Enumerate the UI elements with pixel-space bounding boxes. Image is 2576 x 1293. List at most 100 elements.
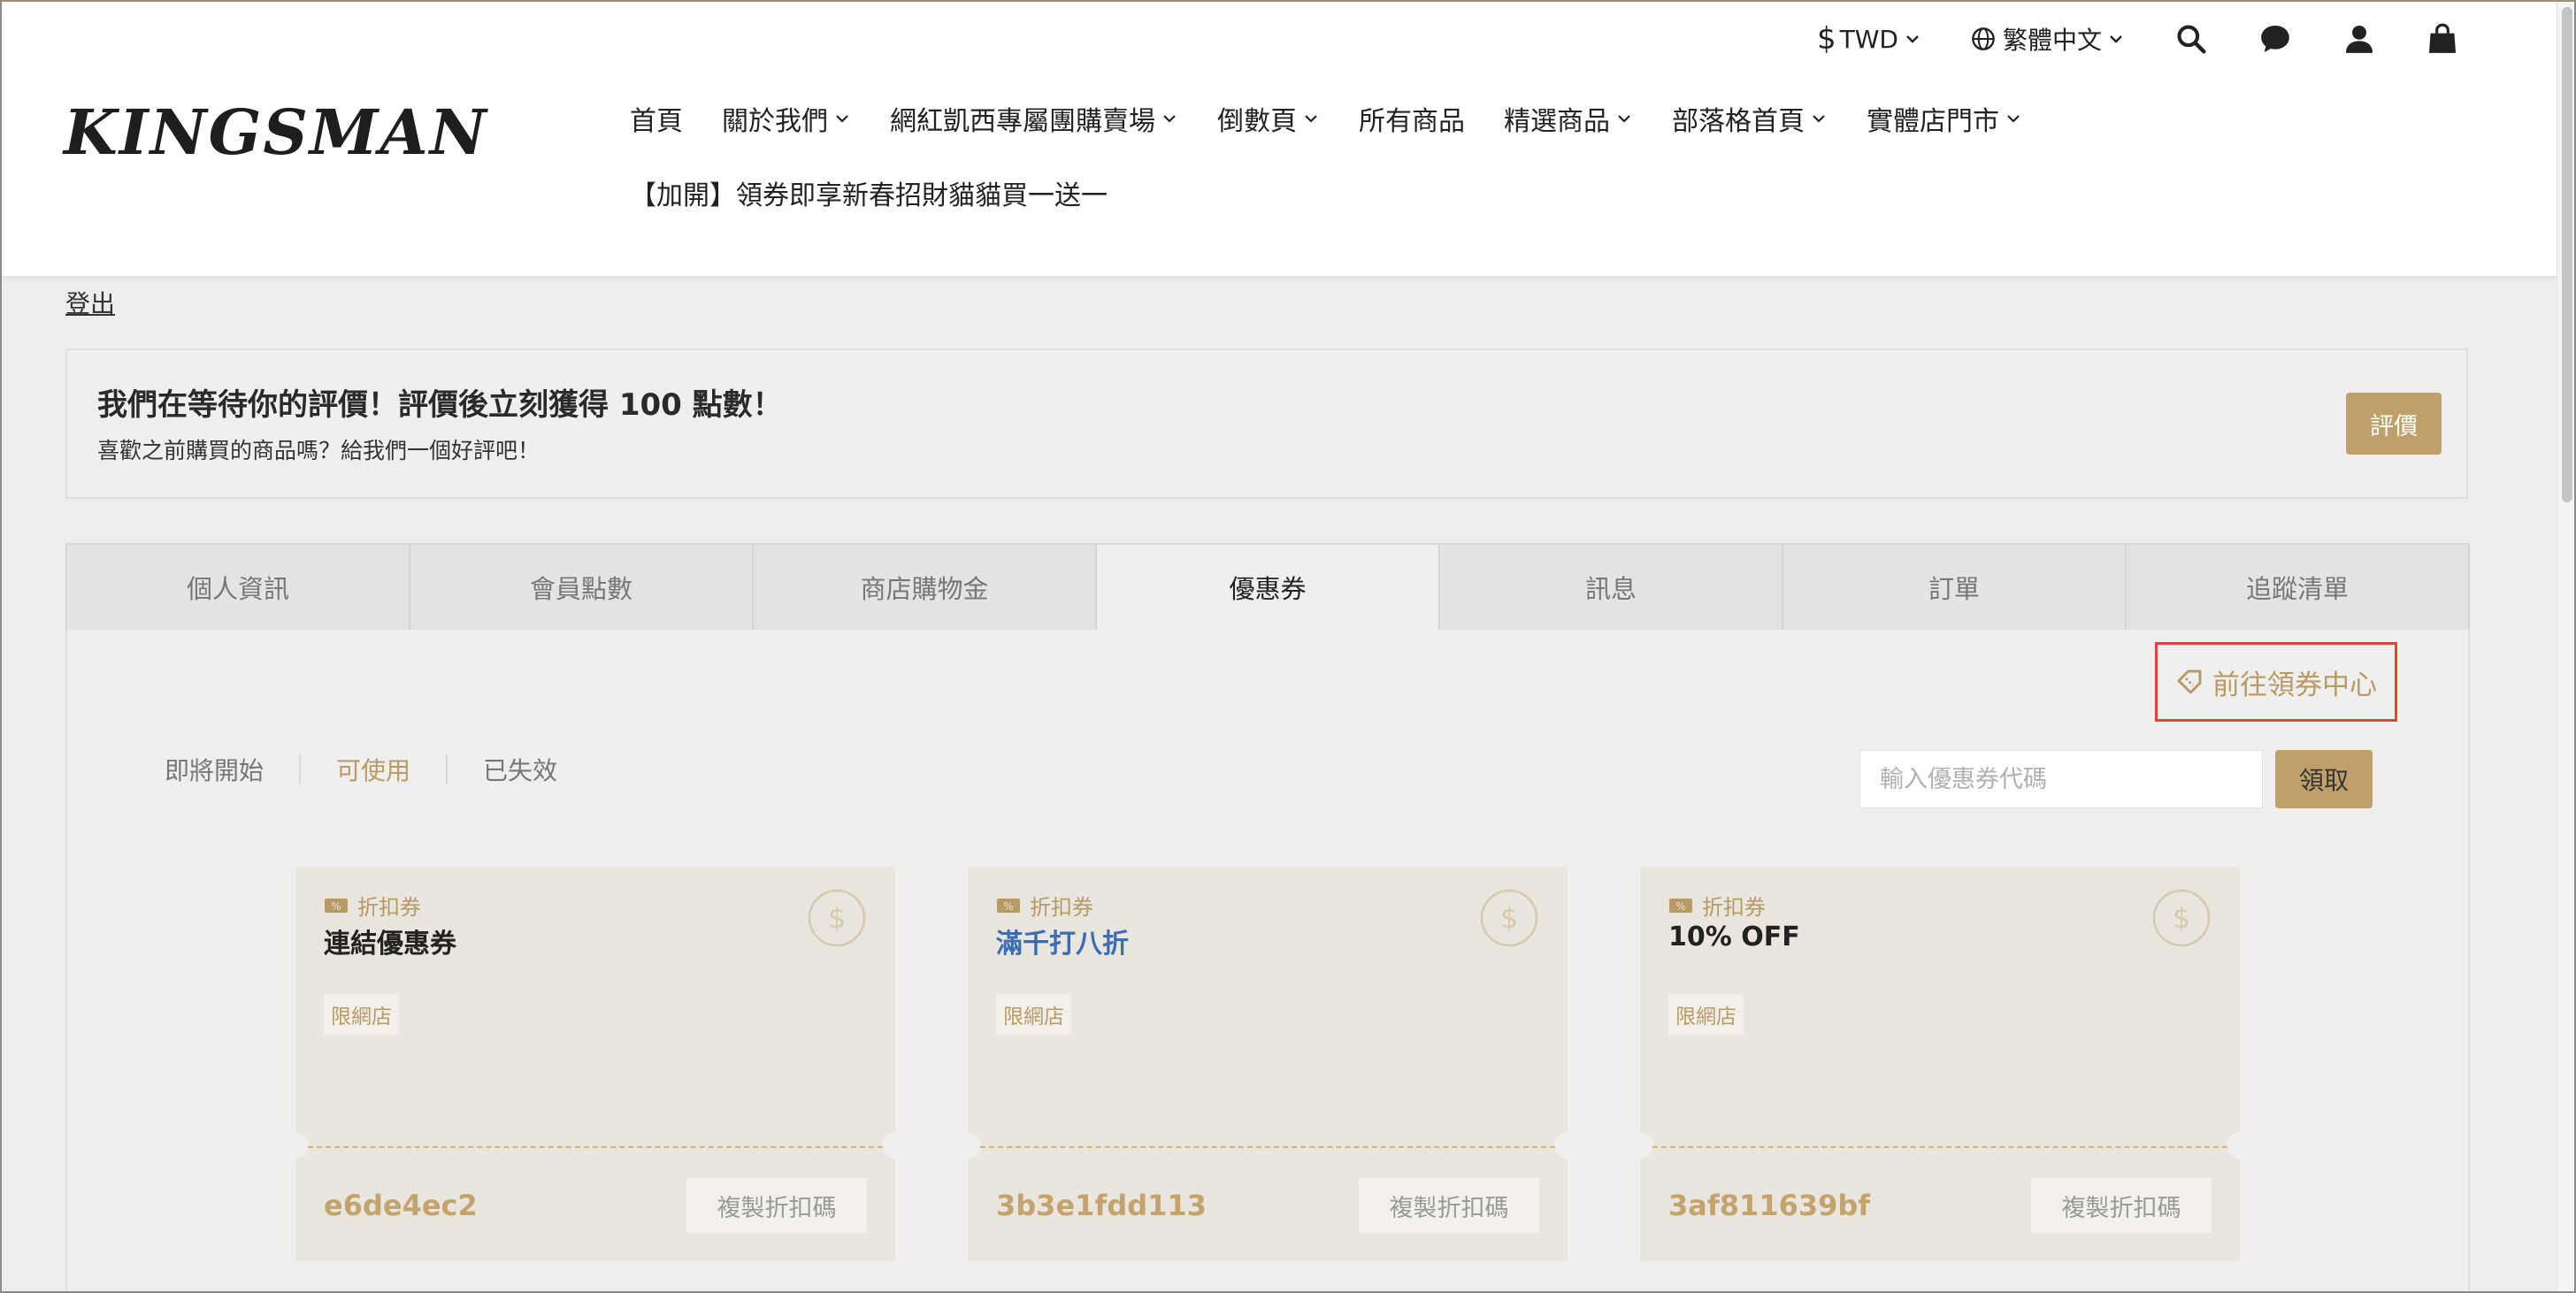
chevron-down-icon: [1813, 115, 1825, 123]
nav-label: 關於我們: [722, 106, 828, 137]
chat-button[interactable]: [2258, 21, 2293, 57]
nav-label: 倒數頁: [1217, 106, 1297, 137]
main-nav: 首頁 關於我們 網紅凱西專屬團購賣場 倒數頁 所有商品 精選商品 部落格首頁 實…: [630, 99, 2061, 138]
chevron-down-icon: [1305, 115, 1317, 123]
coupon-status-filters: 即將開始 可使用 已失效: [165, 752, 557, 787]
currency-selector[interactable]: $ TWD: [1817, 21, 1921, 57]
review-subtitle: 喜歡之前購買的商品嗎？給我們一個好評吧！: [97, 438, 540, 463]
svg-text:%: %: [1675, 900, 1685, 913]
coupon-notch: [1627, 1132, 1653, 1159]
coupon-notch: [282, 1132, 309, 1159]
online-only-badge: 限網店: [996, 994, 1071, 1035]
chevron-down-icon: [2110, 35, 2122, 43]
review-title: 我們在等待你的評價！評價後立刻獲得 100 點數！: [97, 387, 783, 423]
divider: [446, 754, 448, 784]
cart-button[interactable]: [2426, 22, 2459, 56]
coupon-type-label: 折扣券: [357, 895, 421, 920]
nav-item-all-products[interactable]: 所有商品: [1359, 99, 1465, 138]
chevron-down-icon: [1618, 115, 1630, 123]
coupon-center-label: 前往領券中心: [2212, 669, 2377, 701]
nav-item-stores[interactable]: 實體店門市: [1867, 99, 2022, 138]
coupon-name-link[interactable]: 滿千打八折: [996, 922, 1129, 960]
dollar-circle-icon: $: [808, 889, 866, 947]
tab-orders[interactable]: 訂單: [1783, 543, 2127, 631]
nav-item-promo[interactable]: 【加開】領券即享新春招財貓貓買一送一: [630, 173, 1108, 212]
coupon-divider: [308, 1146, 883, 1148]
coupon-notch: [954, 1132, 981, 1159]
nav-item-home[interactable]: 首頁: [630, 99, 683, 138]
tab-coupons[interactable]: 優惠券: [1097, 543, 1440, 631]
tab-points[interactable]: 會員點數: [410, 543, 754, 631]
chat-bubble-icon: [2261, 26, 2289, 52]
language-label: 繁體中文: [2002, 26, 2102, 55]
user-icon: [2345, 25, 2373, 53]
scrollbar-thumb[interactable]: [2562, 7, 2572, 502]
nav-label: 所有商品: [1359, 106, 1465, 137]
online-only-badge: 限網店: [1668, 994, 1744, 1035]
search-icon: [2177, 25, 2206, 54]
coupon-card: % 折扣券 連結優惠券 $ 限網店 e6de4ec2 複製折扣碼: [282, 867, 908, 1261]
brand-logo[interactable]: KINGSMAN: [64, 96, 488, 169]
tab-messages[interactable]: 訊息: [1440, 543, 1783, 631]
coupon-code: e6de4ec2: [324, 1189, 478, 1222]
logout-link[interactable]: 登出: [65, 285, 115, 320]
page-scrollbar[interactable]: [2557, 0, 2576, 1293]
nav-item-countdown[interactable]: 倒數頁: [1217, 99, 1320, 138]
nav-label: 部落格首頁: [1672, 106, 1805, 137]
currency-label: TWD: [1839, 24, 1898, 54]
dollar-circle-icon: $: [1480, 889, 1538, 947]
coupon-type: % 折扣券: [324, 890, 421, 921]
site-header: KINGSMAN $ TWD 繁體中文 首頁 關於我們 網紅凱西專屬團購賣場 倒…: [0, 0, 2557, 276]
coupon-name: 10% OFF: [1668, 922, 1800, 953]
nav-item-about[interactable]: 關於我們: [722, 99, 851, 138]
utility-bar: $ TWD 繁體中文: [1767, 16, 2459, 62]
svg-text:$: $: [828, 901, 846, 935]
chevron-down-icon: [1906, 35, 1919, 43]
svg-text:$: $: [2173, 901, 2190, 935]
filter-expired[interactable]: 已失效: [483, 752, 557, 787]
coupon-code: 3af811639bf: [1668, 1189, 1871, 1222]
coupon-name: 連結優惠券: [324, 929, 456, 960]
svg-text:%: %: [331, 900, 341, 913]
tab-profile[interactable]: 個人資訊: [65, 543, 410, 631]
nav-label: 網紅凱西專屬團購賣場: [890, 106, 1155, 137]
chevron-down-icon: [836, 115, 848, 123]
coupon-notch: [882, 1132, 908, 1159]
nav-item-blog[interactable]: 部落格首頁: [1672, 99, 1828, 138]
online-only-badge: 限網店: [324, 994, 399, 1035]
svg-text:$: $: [1500, 901, 1518, 935]
tab-store-credit[interactable]: 商店購物金: [754, 543, 1097, 631]
nav-label: 精選商品: [1504, 106, 1610, 137]
language-selector[interactable]: 繁體中文: [1971, 21, 2125, 57]
dollar-icon: $: [1816, 21, 1836, 57]
chevron-down-icon: [1163, 115, 1176, 123]
account-button[interactable]: [2342, 22, 2376, 56]
tab-wishlist[interactable]: 追蹤清單: [2127, 543, 2470, 631]
review-button[interactable]: 評價: [2346, 393, 2442, 455]
search-button[interactable]: [2174, 22, 2208, 56]
coupon-notch: [2227, 1132, 2253, 1159]
claim-coupon-button[interactable]: 領取: [2275, 750, 2373, 808]
coupon-code: 3b3e1fdd113: [996, 1189, 1207, 1222]
coupon-card: % 折扣券 10% OFF $ 限網店 3af811639bf 複製折扣碼: [1627, 867, 2253, 1261]
coupon-center-link[interactable]: 前往領券中心: [2155, 642, 2397, 722]
copy-code-button[interactable]: 複製折扣碼: [1359, 1178, 1539, 1233]
coupon-code-input[interactable]: [1859, 750, 2263, 808]
filter-available[interactable]: 可使用: [336, 752, 410, 787]
svg-text:%: %: [1003, 900, 1013, 913]
shopping-bag-icon: [2428, 23, 2457, 53]
filter-upcoming[interactable]: 即將開始: [165, 752, 264, 787]
coupon-card: % 折扣券 滿千打八折 $ 限網店 3b3e1fdd113 複製折扣碼: [954, 867, 1581, 1261]
divider: [299, 754, 302, 784]
copy-code-button[interactable]: 複製折扣碼: [686, 1178, 867, 1233]
nav-item-featured[interactable]: 精選商品: [1504, 99, 1633, 138]
coupon-type: % 折扣券: [1668, 890, 1766, 921]
discount-ticket-icon: %: [1669, 898, 1692, 913]
coupon-divider: [980, 1146, 1555, 1148]
nav-item-group-buy[interactable]: 網紅凱西專屬團購賣場: [890, 99, 1178, 138]
coupon-notch: [1554, 1132, 1581, 1159]
chevron-down-icon: [2007, 115, 2020, 123]
copy-code-button[interactable]: 複製折扣碼: [2031, 1178, 2212, 1233]
member-tabs: 個人資訊 會員點數 商店購物金 優惠券 訊息 訂單 追蹤清單: [65, 543, 2470, 631]
discount-ticket-icon: %: [997, 898, 1020, 913]
